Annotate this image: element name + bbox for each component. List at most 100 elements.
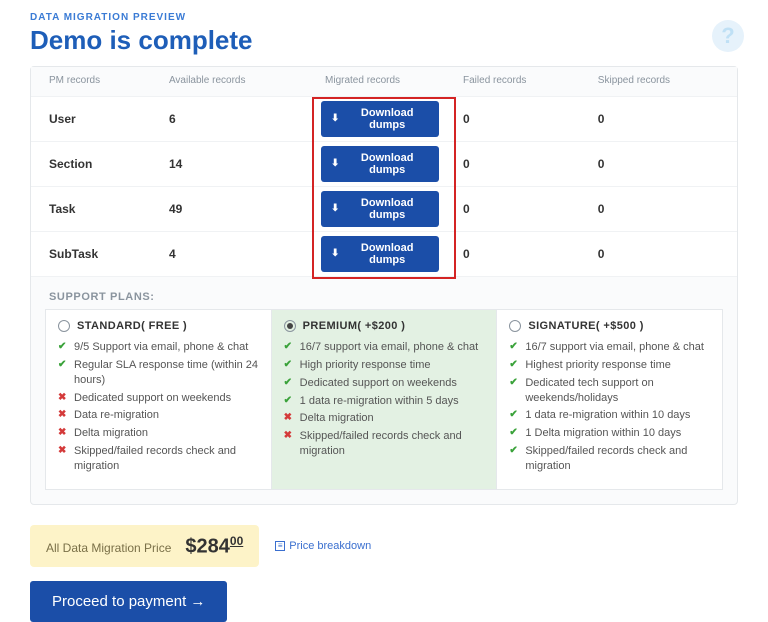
x-icon: ✖ <box>58 391 68 406</box>
price-whole: $284 <box>185 535 230 557</box>
plan-feature: ✖ Dedicated support on weekends <box>58 391 259 406</box>
help-icon[interactable]: ? <box>712 20 744 52</box>
check-icon: ✔ <box>509 340 519 355</box>
plan-feature-text: 16/7 support via email, phone & chat <box>300 340 479 355</box>
cell-skipped: 0 <box>588 232 737 277</box>
plan-feature-text: Dedicated support on weekends <box>300 376 457 391</box>
plan-feature-text: 16/7 support via email, phone & chat <box>525 340 704 355</box>
plan-feature-list: ✔16/7 support via email, phone & chat✔Hi… <box>284 340 485 459</box>
plan-feature-text: Skipped/failed records check and migrati… <box>74 444 259 474</box>
price-cents: 00 <box>230 534 243 548</box>
plan-feature-text: Data re-migration <box>74 408 159 423</box>
plan-feature-text: Dedicated tech support on weekends/holid… <box>525 376 710 406</box>
plan-card[interactable]: PREMIUM( +$200 ) ✔ 16/7 support via email,… <box>272 309 498 490</box>
check-icon: ✔ <box>509 444 519 474</box>
price-breakdown-label: Price breakdown <box>289 540 371 552</box>
download-label: Download dumps <box>345 242 429 266</box>
check-icon: ✔ <box>58 340 68 355</box>
plan-radio[interactable] <box>58 320 70 332</box>
col-failed: Failed records <box>453 67 588 97</box>
col-available: Available records <box>159 67 315 97</box>
download-dumps-button[interactable]: ⬇Download dumps <box>321 101 439 137</box>
cell-name: Task <box>31 187 159 232</box>
records-table: PM records Available records Migrated re… <box>31 67 737 277</box>
cell-migrated: ⬇ Download dumps <box>315 142 453 187</box>
download-icon: ⬇ <box>331 249 339 259</box>
download-icon: ⬇ <box>331 114 339 124</box>
plan-feature-text: Regular SLA response time (within 24 hou… <box>74 358 259 388</box>
plan-feature-text: High priority response time <box>300 358 431 373</box>
plan-feature-text: Dedicated support on weekends <box>74 391 231 406</box>
cell-name: User <box>31 97 159 142</box>
cell-failed: 0 <box>453 187 588 232</box>
table-row: User6⬇Download dumps 00 <box>31 97 737 142</box>
check-icon: ✔ <box>509 426 519 441</box>
plan-feature-text: 9/5 Support via email, phone & chat <box>74 340 248 355</box>
x-icon: ✖ <box>284 429 294 459</box>
download-label: Download dumps <box>345 152 429 176</box>
cell-available: 4 <box>159 232 315 277</box>
cell-name: SubTask <box>31 232 159 277</box>
proceed-button[interactable]: Proceed to payment → <box>30 581 227 622</box>
cell-migrated: ⬇Download dumps <box>315 97 453 142</box>
table-row: SubTask4⬇Download dumps00 <box>31 232 737 277</box>
plans-title: SUPPORT PLANS: <box>49 291 737 303</box>
plan-feature: ✖ Delta migration <box>58 426 259 441</box>
cell-failed: 0 <box>453 142 588 187</box>
download-icon: ⬇ <box>331 159 339 169</box>
download-dumps-button[interactable]: ⬇ Download dumps <box>321 146 439 182</box>
col-records: PM records <box>31 67 159 97</box>
cell-available: 6 <box>159 97 315 142</box>
col-skipped: Skipped records <box>588 67 737 97</box>
x-icon: ✖ <box>58 426 68 441</box>
price-label: All Data Migration Price <box>46 541 171 555</box>
plan-feature: ✔ 16/7 support via email, phone & chat <box>284 340 485 355</box>
cell-skipped: 0 <box>588 97 737 142</box>
plan-radio[interactable] <box>509 320 521 332</box>
plan-feature-text: Skipped/failed records check and migrati… <box>300 429 485 459</box>
plan-feature: ✔ 1 data re-migration within 10 days <box>509 408 710 423</box>
plan-radio[interactable] <box>284 320 296 332</box>
check-icon: ✔ <box>284 340 294 355</box>
preview-card: PM records Available records Migrated re… <box>30 66 738 505</box>
download-dumps-button[interactable]: ⬇Download dumps <box>321 191 439 227</box>
cell-available: 49 <box>159 187 315 232</box>
col-migrated: Migrated records <box>315 67 453 97</box>
cell-failed: 0 <box>453 97 588 142</box>
plan-name: STANDARD( FREE ) <box>77 320 187 332</box>
plan-name: SIGNATURE( +$500 ) <box>528 320 644 332</box>
cell-migrated: ⬇ Download dumps <box>315 232 453 277</box>
plan-feature-text: 1 data re-migration within 10 days <box>525 408 690 423</box>
cell-available: 14 <box>159 142 315 187</box>
check-icon: ✔ <box>284 376 294 391</box>
plan-feature-list: ✔ 16/7 support via email, phone & chat ✔Hi… <box>509 340 710 474</box>
download-dumps-button[interactable]: ⬇ Download dumps <box>321 236 439 272</box>
plan-name: PREMIUM( +$200 ) <box>303 320 406 332</box>
cell-name: Section <box>31 142 159 187</box>
plan-card[interactable]: STANDARD( FREE ) ✔ 9/5 Support via email, … <box>45 309 272 490</box>
plan-feature: ✖ Data re-migration <box>58 408 259 423</box>
plan-feature-text: Delta migration <box>74 426 148 441</box>
plan-card[interactable]: SIGNATURE( +$500 ) ✔ 16/7 support via emai… <box>497 309 723 490</box>
x-icon: ✖ <box>58 408 68 423</box>
plan-feature: ✔Highest priority response time <box>509 358 710 373</box>
plan-feature-text: 1 data re-migration within 5 days <box>300 394 459 409</box>
cell-skipped: 0 <box>588 142 737 187</box>
plan-feature: ✔ Dedicated support on weekends <box>284 376 485 391</box>
check-icon: ✔ <box>509 408 519 423</box>
eyebrow: DATA MIGRATION PREVIEW <box>30 12 738 23</box>
plan-feature: ✔Regular SLA response time (within 24 ho… <box>58 358 259 388</box>
plan-feature-text: 1 Delta migration within 10 days <box>525 426 681 441</box>
plan-feature: ✖Skipped/failed records check and migrat… <box>58 444 259 474</box>
plan-feature: ✔ 16/7 support via email, phone & chat <box>509 340 710 355</box>
plan-feature: ✖Delta migration <box>284 411 485 426</box>
table-row: Task49⬇Download dumps00 <box>31 187 737 232</box>
plan-feature: ✔Dedicated tech support on weekends/holi… <box>509 376 710 406</box>
plan-feature: ✔High priority response time <box>284 358 485 373</box>
plan-feature: ✔ 9/5 Support via email, phone & chat <box>58 340 259 355</box>
plan-feature: ✔1 data re-migration within 5 days <box>284 394 485 409</box>
x-icon: ✖ <box>58 444 68 474</box>
check-icon: ✔ <box>509 358 519 373</box>
price-breakdown-link[interactable]: ≡ Price breakdown <box>275 540 371 552</box>
table-row: Section14 ⬇ Download dumps 00 <box>31 142 737 187</box>
